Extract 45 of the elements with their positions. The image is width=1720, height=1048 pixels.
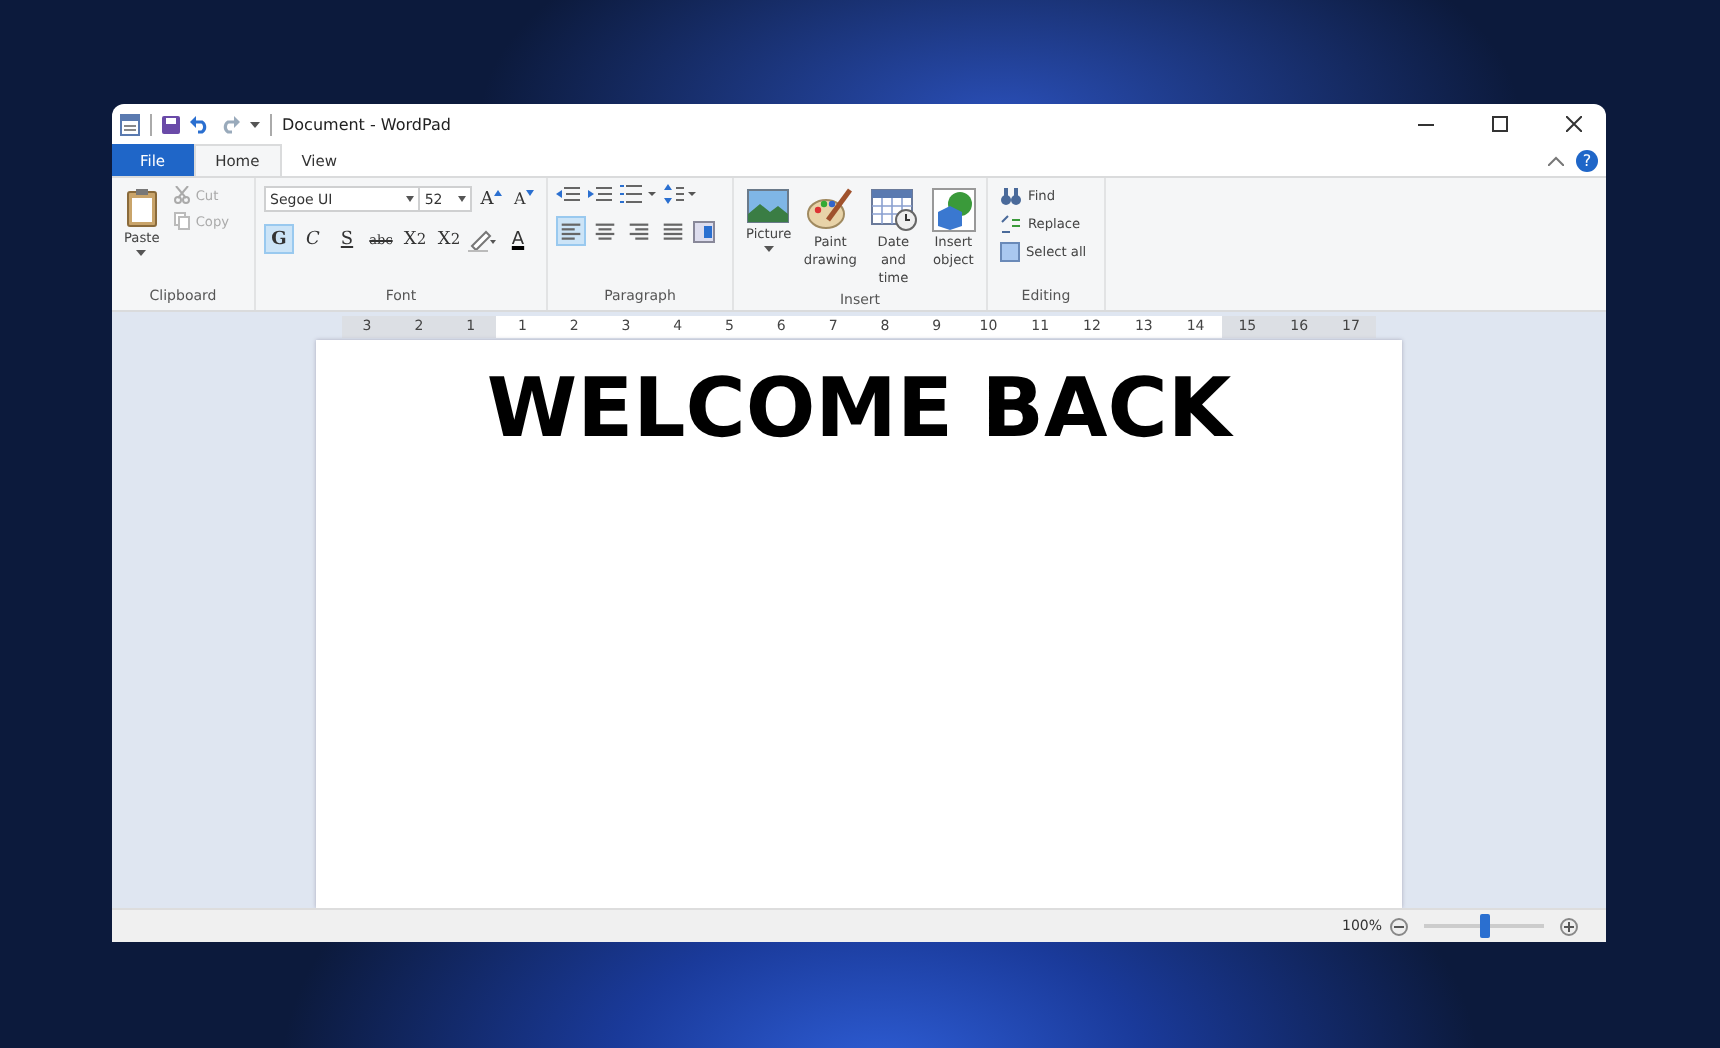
increase-indent-icon[interactable] bbox=[588, 184, 612, 204]
down-triangle-icon bbox=[525, 190, 534, 196]
zoom-out-button[interactable] bbox=[1390, 917, 1408, 935]
line-spacing-icon[interactable] bbox=[664, 184, 696, 204]
select-all-icon bbox=[1000, 242, 1020, 262]
up-triangle-icon bbox=[493, 190, 502, 196]
format-button[interactable]: C bbox=[298, 224, 328, 254]
shrink-font-button[interactable]: A bbox=[509, 184, 539, 214]
help-button[interactable]: ? bbox=[1576, 149, 1598, 171]
grow-font-button[interactable]: A bbox=[476, 184, 506, 214]
maximize-icon[interactable] bbox=[1492, 116, 1508, 132]
bullet-list-icon[interactable] bbox=[620, 184, 656, 204]
caret-icon bbox=[763, 245, 774, 252]
copy-icon bbox=[173, 212, 190, 230]
calendar-clock-icon bbox=[869, 188, 918, 232]
font-color-button[interactable]: A bbox=[500, 224, 536, 254]
highlighter-icon[interactable] bbox=[468, 227, 496, 251]
app-icon bbox=[120, 113, 140, 135]
replace-icon bbox=[1000, 214, 1022, 234]
plus-icon bbox=[1564, 921, 1574, 931]
zoom-in-button[interactable] bbox=[1560, 917, 1578, 935]
caret-icon bbox=[136, 249, 147, 256]
zoom-slider-thumb[interactable] bbox=[1479, 914, 1489, 938]
window-title: Document - WordPad bbox=[282, 115, 451, 133]
paragraph-icon[interactable] bbox=[692, 219, 716, 243]
minimize-icon[interactable] bbox=[1418, 123, 1434, 125]
scissors-icon bbox=[173, 186, 190, 204]
binoculars-icon bbox=[1000, 186, 1022, 206]
document-page[interactable]: WELCOME BACK bbox=[316, 340, 1402, 908]
caret-icon bbox=[458, 196, 467, 202]
document-text: WELCOME BACK bbox=[486, 360, 1232, 456]
caret-icon bbox=[406, 196, 415, 202]
close-icon[interactable] bbox=[1566, 116, 1582, 132]
minus-icon bbox=[1394, 925, 1404, 927]
landscape-picture-icon bbox=[746, 188, 791, 224]
decrease-indent-icon[interactable] bbox=[556, 184, 580, 204]
undo-icon[interactable] bbox=[190, 115, 210, 133]
clipboard-icon bbox=[125, 188, 158, 228]
collapse-ribbon-icon[interactable] bbox=[1548, 155, 1564, 165]
palette-brush-icon bbox=[806, 188, 855, 232]
format-button[interactable]: S bbox=[332, 224, 362, 254]
format-button[interactable]: G bbox=[264, 224, 294, 254]
align-left-icon[interactable] bbox=[556, 216, 586, 246]
save-icon[interactable] bbox=[162, 115, 180, 133]
dropdown-caret-icon[interactable] bbox=[250, 121, 260, 127]
